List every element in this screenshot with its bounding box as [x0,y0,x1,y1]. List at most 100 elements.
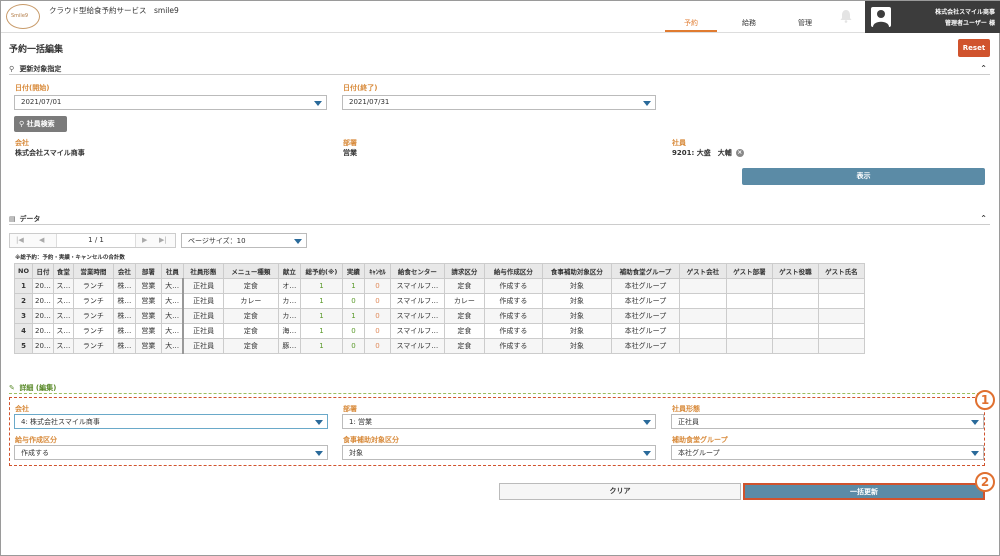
nav-tab-reservation[interactable]: 予約 [665,18,717,32]
collapse-caret-icon[interactable]: ⌃ [980,214,987,223]
first-page-icon[interactable]: |◀ [16,236,24,244]
nav-tab-admin[interactable]: 管理 [779,18,831,32]
table-cell: 1 [299,338,343,354]
employee-value: 9201: 大盛 大輔 × [672,149,744,157]
column-header[interactable]: 食堂 [52,263,74,279]
column-header[interactable]: 日付 [32,263,54,279]
detail-emp-type-select[interactable]: 正社員 [671,414,984,429]
table-row[interactable]: 4 20… ス… ランチ 株… 営業 大… 正社員 定食 海… 1 0 0 スマイルフ… 定食 作成する 対象本… [14,323,865,339]
table-cell: 定食 [443,278,485,294]
column-header[interactable]: 請求区分 [443,263,485,279]
table-row[interactable]: 2 20… ス… ランチ 株… 営業 大… 正社員 カレー カ… 1 0 0 スマイルフ… カレー 作成する対… [14,293,865,309]
detail-salary-select[interactable]: 作成する [14,445,328,460]
table-cell [771,308,819,324]
marker-2: 2 [975,472,995,492]
column-header[interactable]: 食事補助対象区分 [541,263,612,279]
column-header[interactable]: 社員形態 [182,263,224,279]
column-header[interactable]: 補助食堂グループ [610,263,680,279]
date-start-select[interactable]: 2021/07/01 [14,95,327,110]
table-cell: 0 [341,293,365,309]
table-cell: ランチ [72,278,114,294]
table-cell: 定食 [443,308,485,324]
table-cell: ス… [52,293,74,309]
user-menu[interactable]: 株式会社スマイル商事 管理者ユーザー 様 [865,1,1000,33]
column-header[interactable]: ゲスト役職 [771,263,819,279]
table-cell: 定食 [222,278,279,294]
column-header[interactable]: ゲスト氏名 [817,263,865,279]
column-header[interactable]: ゲスト部署 [725,263,773,279]
table-cell: 0 [363,308,391,324]
table-cell: 本社グループ [610,308,680,324]
nav-tab-payroll[interactable]: 給務 [723,18,775,32]
table-cell: 株… [112,323,136,339]
table-cell: 本社グループ [610,338,680,354]
column-header[interactable]: 実績 [341,263,365,279]
next-page-icon[interactable]: ▶ [142,236,147,244]
page-indicator[interactable]: 1 / 1 [56,234,136,247]
chevron-down-icon [294,239,302,244]
table-cell: 作成する [483,338,543,354]
detail-meal-label: 食事補助対象区分 [343,436,399,444]
bulk-update-button[interactable]: 一括更新 [743,483,985,500]
company-value: 株式会社スマイル商事 [15,149,85,157]
table-cell: ランチ [72,323,114,339]
collapse-caret-icon[interactable]: ⌃ [980,64,987,73]
column-header[interactable]: メニュー種類 [222,263,279,279]
edit-icon: ✎ [9,384,15,392]
table-cell [725,293,773,309]
marker-1: 1 [975,390,995,410]
detail-company-select[interactable]: 4: 株式会社スマイル商事 [14,414,328,429]
detail-meal-select[interactable]: 対象 [342,445,656,460]
page-size-select[interactable]: ページサイズ：10 [181,233,307,248]
detail-dept-select[interactable]: 1: 営業 [342,414,656,429]
table-cell: スマイルフ… [389,278,445,294]
employee-search-button[interactable]: ⚲ 社員検索 [14,116,67,132]
table-row[interactable]: 5 20… ス… ランチ 株… 営業 大… 正社員 定食 豚… 1 0 0 スマイルフ… 定食 作成する 対象本… [14,338,865,354]
chevron-down-icon [643,101,651,106]
table-cell: 0 [341,323,365,339]
column-header[interactable]: NO [14,263,33,279]
table-row[interactable]: 3 20… ス… ランチ 株… 営業 大… 正社員 定食 カ… 1 1 0 スマイルフ… 定食 作成する 対象本… [14,308,865,324]
employee-label: 社員 [672,139,686,147]
show-button[interactable]: 表示 [742,168,985,185]
date-end-select[interactable]: 2021/07/31 [342,95,656,110]
table-cell: ランチ [72,293,114,309]
table-cell [725,323,773,339]
chevron-down-icon [971,451,979,456]
table-cell: 作成する [483,293,543,309]
table-cell [771,323,819,339]
detail-section-header[interactable]: ✎ 詳細 (編集) [9,383,990,394]
reset-button[interactable]: Reset [958,39,990,57]
table-cell: 1 [299,293,343,309]
table-cell [725,278,773,294]
detail-group-select[interactable]: 本社グループ [671,445,984,460]
table-cell: 20… [32,323,54,339]
search-section-header[interactable]: ⚲ 更新対象指定 ⌃ [9,64,990,75]
column-header[interactable]: 献立 [277,263,301,279]
table-cell: 正社員 [182,323,224,339]
clear-icon[interactable]: × [735,149,744,157]
column-header[interactable]: 給与作成区分 [483,263,543,279]
column-header[interactable]: ゲスト会社 [678,263,727,279]
clear-button[interactable]: クリア [499,483,741,500]
table-cell: 20… [32,308,54,324]
table-row[interactable]: 1 20… ス… ランチ 株… 営業 大… 正社員 定食 オ… 1 1 0 スマイルフ… 定食 作成する 対象本… [14,278,865,294]
column-header[interactable]: 営業時間 [72,263,114,279]
table-cell [725,308,773,324]
column-header[interactable]: 社員 [160,263,184,279]
user-name: 管理者ユーザー 様 [945,20,995,27]
column-header[interactable]: 総予約(※) [299,263,343,279]
column-header[interactable]: 部署 [134,263,162,279]
table-cell: 株… [112,293,136,309]
table-cell [771,338,819,354]
prev-page-icon[interactable]: ◀ [39,236,44,244]
column-header[interactable]: 会社 [112,263,136,279]
column-header[interactable]: ｷｬﾝｾﾙ [363,263,391,279]
last-page-icon[interactable]: ▶| [159,236,167,244]
table-cell: 大… [160,308,185,324]
data-section-header[interactable]: ▤ データ ⌃ [9,214,990,225]
bell-icon[interactable] [839,9,853,23]
table-cell: 作成する [483,308,543,324]
app-logo[interactable]: Smile9 [6,4,40,29]
column-header[interactable]: 給食センター [389,263,445,279]
